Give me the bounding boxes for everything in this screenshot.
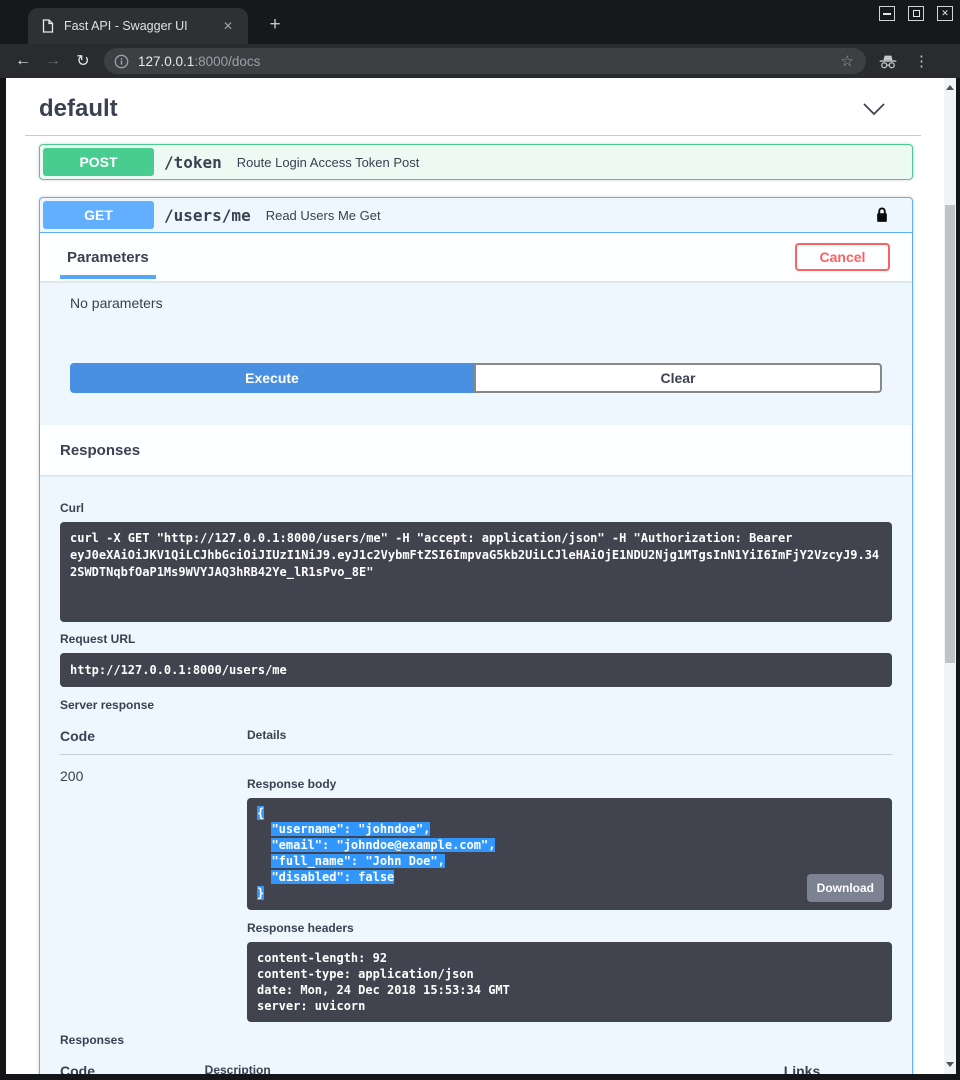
- window-close-button[interactable]: ✕: [937, 6, 953, 21]
- address-bar[interactable]: 127.0.0.1:8000/docs ☆: [104, 48, 866, 74]
- tab-parameters[interactable]: Parameters: [60, 235, 156, 279]
- server-response-row: 200 Response body { "username": "johndoe…: [60, 768, 892, 1022]
- endpoint-summary: Read Users Me Get: [266, 208, 381, 223]
- response-body: { "username": "johndoe", "email": "johnd…: [247, 798, 892, 910]
- new-tab-button[interactable]: +: [262, 12, 288, 38]
- page-scrollbar[interactable]: [944, 78, 956, 1074]
- request-url-label: Request URL: [60, 632, 892, 646]
- bookmark-star-icon[interactable]: ☆: [839, 52, 856, 70]
- status-code: 200: [60, 768, 247, 1022]
- section-title: default: [39, 95, 118, 123]
- forward-icon[interactable]: →: [38, 52, 68, 70]
- browser-tab[interactable]: Fast API - Swagger UI ✕: [28, 8, 248, 44]
- browser-toolbar: ← → ↻ 127.0.0.1:8000/docs ☆ ⋮: [0, 44, 960, 78]
- maximize-icon: [913, 10, 920, 17]
- endpoint-path: /token: [164, 153, 222, 172]
- request-url-value: http://127.0.0.1:8000/users/me: [60, 653, 892, 687]
- endpoint-summary: Route Login Access Token Post: [237, 155, 420, 170]
- back-icon[interactable]: ←: [8, 52, 38, 70]
- server-response-table-header: Code Details: [60, 728, 892, 755]
- minimize-icon: [883, 13, 891, 15]
- endpoint-header[interactable]: GET /users/me Read Users Me Get: [40, 198, 912, 233]
- scroll-down-arrow[interactable]: [946, 1062, 954, 1067]
- server-response-label: Server response: [60, 698, 892, 712]
- responses-section-title: Responses: [60, 442, 140, 459]
- info-icon[interactable]: [114, 54, 129, 69]
- endpoint-path: /users/me: [164, 206, 251, 225]
- tab-close-icon[interactable]: ✕: [218, 17, 238, 35]
- endpoint-post-token[interactable]: POST /token Route Login Access Token Pos…: [39, 144, 913, 180]
- response-body-json: { "username": "johndoe", "email": "johnd…: [257, 805, 882, 901]
- tab-title: Fast API - Swagger UI: [64, 19, 218, 33]
- lock-icon[interactable]: [875, 206, 889, 224]
- code-column-header: Code: [60, 1063, 205, 1074]
- clear-button[interactable]: Clear: [474, 363, 882, 393]
- reload-icon[interactable]: ↻: [68, 51, 98, 71]
- window-minimize-button[interactable]: [879, 6, 895, 21]
- scroll-up-arrow[interactable]: [946, 85, 954, 90]
- responses-table-header: Code Description Links: [60, 1063, 892, 1074]
- curl-command: curl -X GET "http://127.0.0.1:8000/users…: [60, 522, 892, 622]
- response-headers: content-length: 92content-type: applicat…: [247, 942, 892, 1022]
- description-column-header: Description: [205, 1063, 271, 1074]
- curl-label: Curl: [60, 501, 892, 515]
- method-badge-get: GET: [43, 201, 154, 229]
- endpoint-get-users-me: GET /users/me Read Users Me Get Paramete…: [39, 197, 913, 1074]
- chevron-down-icon[interactable]: [863, 103, 885, 116]
- url-text: 127.0.0.1:8000/docs: [138, 54, 839, 69]
- browser-tab-strip: Fast API - Swagger UI ✕ + ✕: [0, 0, 960, 44]
- response-body-label: Response body: [247, 777, 892, 791]
- page-icon: [42, 19, 54, 33]
- section-divider: [25, 135, 921, 136]
- swagger-page: default POST /token Route Login Access T…: [6, 78, 944, 1074]
- browser-menu-icon[interactable]: ⋮: [914, 52, 929, 70]
- execute-button[interactable]: Execute: [70, 363, 474, 393]
- window-maximize-button[interactable]: [908, 6, 924, 21]
- incognito-icon: [878, 53, 898, 70]
- method-badge-post: POST: [43, 148, 154, 176]
- cancel-button[interactable]: Cancel: [795, 243, 890, 271]
- responses-documentation-label: Responses: [60, 1033, 892, 1047]
- response-headers-label: Response headers: [247, 921, 892, 935]
- details-column-header: Details: [247, 728, 286, 744]
- links-column-header: Links: [784, 1063, 892, 1074]
- download-button[interactable]: Download: [807, 874, 884, 902]
- scrollbar-thumb[interactable]: [945, 205, 955, 663]
- code-column-header: Code: [60, 728, 247, 744]
- no-parameters-text: No parameters: [70, 295, 882, 311]
